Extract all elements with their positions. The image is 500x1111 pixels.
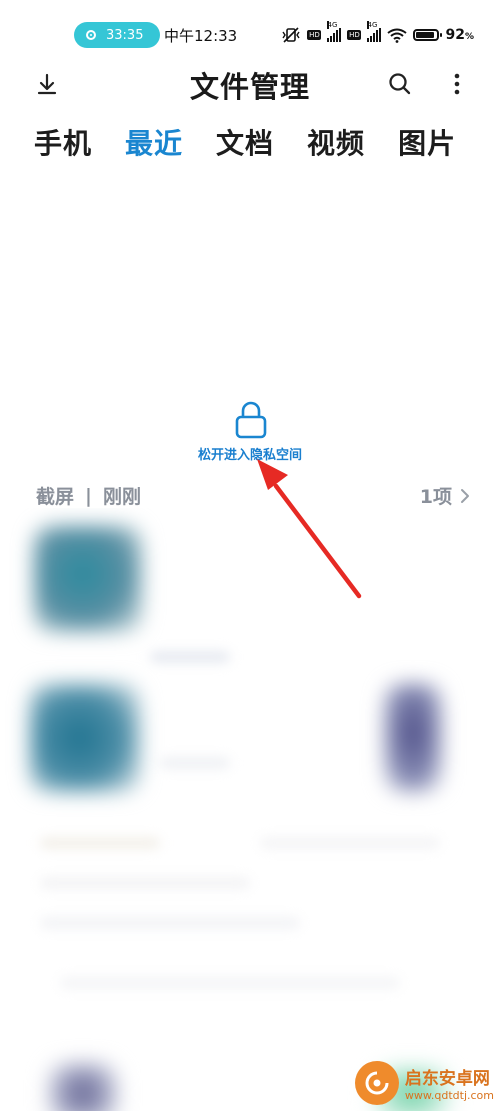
signal-sim1-icon: 4G [327, 21, 342, 42]
tab-phone[interactable]: 手机 [34, 122, 92, 162]
wifi-icon [387, 28, 408, 43]
battery-percent: 92% [445, 27, 474, 43]
record-icon [86, 30, 96, 40]
more-options-button[interactable] [439, 66, 475, 102]
file-thumbnail[interactable] [30, 684, 140, 792]
category-tabs: 手机 最近 文档 视频 图片 [34, 122, 456, 162]
search-button[interactable] [382, 66, 418, 102]
vibrate-off-icon [282, 27, 301, 43]
signal-sim2-icon: 4G [367, 21, 382, 42]
status-icons: HD 4G HD 4G 92% [281, 21, 474, 48]
hd-icon: HD [307, 30, 322, 40]
tab-videos[interactable]: 视频 [307, 122, 365, 162]
status-bar: 33:35 中午12:33 HD 4G HD 4G 92% [0, 0, 500, 70]
section-count: 1项 [419, 486, 452, 508]
file-thumbnail[interactable] [34, 526, 142, 632]
watermark-logo-icon [354, 1061, 399, 1105]
recent-files-list [0, 508, 500, 1111]
hd-icon-2: HD [347, 30, 362, 40]
record-timer: 33:35 [106, 27, 144, 43]
search-icon [389, 73, 411, 95]
chevron-right-icon [461, 488, 469, 503]
page-title: 文件管理 [189, 70, 310, 104]
watermark-name: 启东安卓网 [404, 1069, 490, 1089]
tab-documents[interactable]: 文档 [216, 122, 274, 162]
watermark-url: www.qdtdtj.com [404, 1089, 494, 1102]
file-thumbnail[interactable] [384, 684, 442, 792]
more-vertical-icon [454, 73, 460, 95]
private-space-hint: 松开进入隐私空间 [197, 448, 302, 463]
status-clock: 中午12:33 [164, 27, 238, 45]
watermark: 启东安卓网 www.qdtdtj.com [354, 1061, 494, 1105]
screen-record-indicator[interactable]: 33:35 [74, 22, 160, 48]
section-category: 截屏 [36, 486, 75, 508]
tab-recent[interactable]: 最近 [125, 122, 183, 162]
tab-images[interactable]: 图片 [398, 122, 456, 162]
section-count-link[interactable]: 1项 [420, 482, 470, 509]
section-header: 截屏 | 刚刚 [36, 482, 141, 509]
section-separator: | [85, 484, 92, 507]
section-time: 刚刚 [102, 486, 141, 508]
lock-icon [235, 401, 267, 439]
file-thumbnail[interactable] [48, 1063, 118, 1111]
battery-icon [413, 29, 443, 41]
